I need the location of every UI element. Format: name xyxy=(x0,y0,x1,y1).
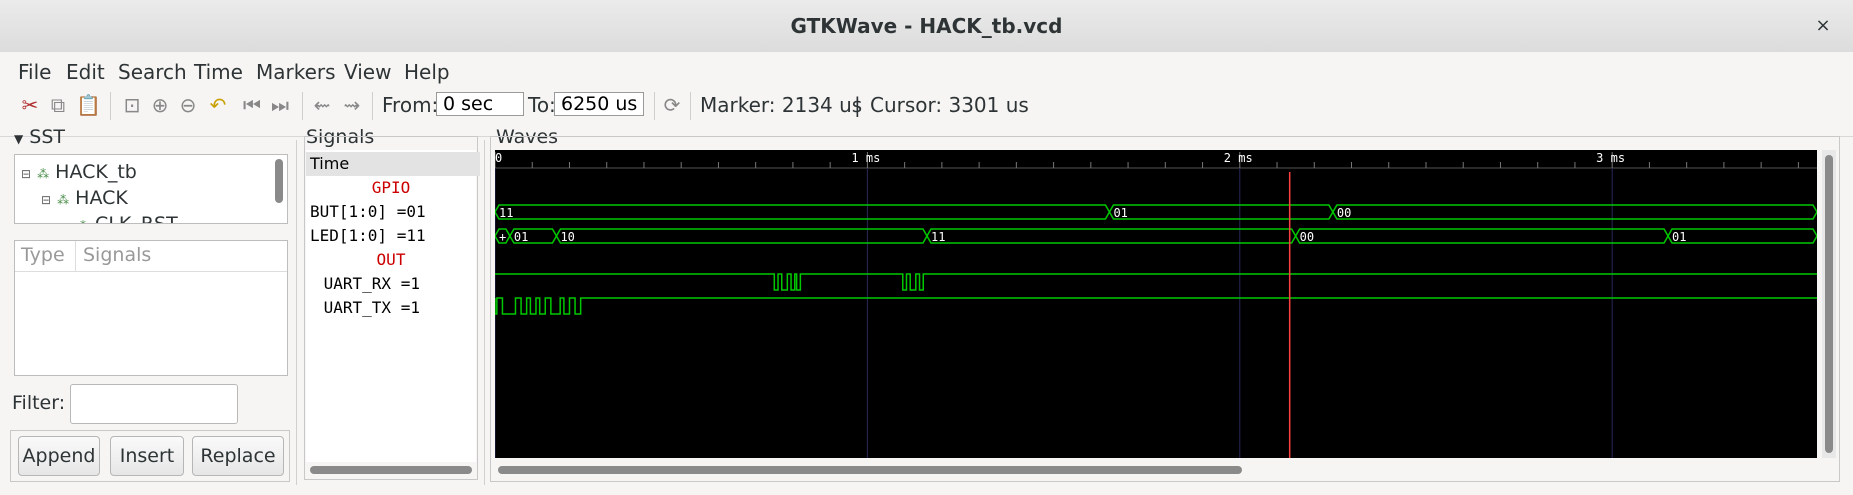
close-icon[interactable]: × xyxy=(1811,14,1835,38)
menu-markers[interactable]: Markers xyxy=(246,52,346,92)
zoom-fit-icon[interactable]: ⊡ xyxy=(120,93,144,117)
tree-item-label: HACK_tb xyxy=(55,161,137,183)
menu-edit[interactable]: Edit xyxy=(56,52,115,92)
toolbar-separator xyxy=(654,92,655,120)
signal-type-list: Type Signals xyxy=(14,240,288,376)
copy-icon[interactable]: ⧉ xyxy=(46,93,70,117)
tree-expander-icon[interactable]: ⊟ xyxy=(41,193,51,207)
tree-item-hack-tb[interactable]: ⊟ ⁂ HACK_tb xyxy=(21,159,137,185)
to-input[interactable] xyxy=(554,92,644,116)
insert-button[interactable]: Insert xyxy=(110,436,184,476)
toolbar-separator xyxy=(690,92,691,120)
bus-value-label: 01 xyxy=(1113,206,1127,220)
tree-item-hack[interactable]: ⊟ ⁂ HACK xyxy=(41,185,128,211)
from-input[interactable] xyxy=(436,92,524,116)
pane-divider[interactable] xyxy=(296,140,297,485)
signal-row-led[interactable]: LED[1:0] =11 xyxy=(306,224,426,248)
sst-tree: ⊟ ⁂ HACK_tb ⊟ ⁂ HACK ⁂ CLK_RST xyxy=(14,154,288,224)
module-icon: ⁂ xyxy=(57,193,70,207)
bus-value-label: 00 xyxy=(1337,206,1351,220)
column-type[interactable]: Type xyxy=(21,244,65,266)
reload-icon[interactable]: ⟳ xyxy=(660,93,684,117)
toolbar-separator xyxy=(302,92,303,120)
tick-label: 2 ms xyxy=(1224,151,1253,165)
zoom-end-icon[interactable]: ⏭ xyxy=(268,93,292,117)
undo-zoom-icon[interactable]: ↶ xyxy=(206,93,230,117)
bus-value-label: 00 xyxy=(1300,230,1314,244)
zoom-start-icon[interactable]: ⏮ xyxy=(240,93,264,117)
chevron-down-icon[interactable]: ▼ xyxy=(14,132,23,146)
signal-row-uart-tx[interactable]: UART_TX =1 xyxy=(306,296,420,320)
module-icon: ⁂ xyxy=(77,219,89,223)
bus-value-label: 01 xyxy=(1672,230,1686,244)
find-next-edge-icon[interactable]: ⇝ xyxy=(340,93,364,117)
readout-separator: | xyxy=(854,93,861,117)
cut-icon[interactable]: ✂ xyxy=(18,93,42,117)
tree-item-label: HACK xyxy=(75,187,128,209)
window-title: GTKWave - HACK_tb.vcd xyxy=(790,14,1063,38)
zoom-out-icon[interactable]: ⊖ xyxy=(176,93,200,117)
bus-value-label: 10 xyxy=(560,230,574,244)
waveform-canvas[interactable]: 01 ms 2 ms 3 ms11 01 00+ 01 10 11 00 01 xyxy=(495,150,1817,458)
signal-group-out[interactable]: OUT xyxy=(306,248,476,272)
wave-background xyxy=(495,150,1817,458)
tick-label: 0 xyxy=(495,151,502,165)
pane-divider[interactable] xyxy=(484,140,485,485)
to-label: To: xyxy=(528,93,556,117)
zoom-in-icon[interactable]: ⊕ xyxy=(148,93,172,117)
module-icon: ⁂ xyxy=(37,167,50,181)
tree-expander-icon[interactable]: ⊟ xyxy=(21,167,31,181)
find-prev-edge-icon[interactable]: ⇜ xyxy=(310,93,334,117)
paste-icon[interactable]: 📋 xyxy=(76,93,101,117)
cursor-readout: Cursor: 3301 us xyxy=(870,93,1029,117)
toolbar-separator xyxy=(110,92,111,120)
tree-item-clk-rst[interactable]: ⁂ CLK_RST xyxy=(77,211,178,224)
bus-value-label: 01 xyxy=(514,230,528,244)
tree-scrollbar[interactable] xyxy=(275,159,283,203)
signal-group-gpio[interactable]: GPIO xyxy=(306,176,476,200)
menu-help[interactable]: Help xyxy=(394,52,460,92)
append-button[interactable]: Append xyxy=(18,436,100,476)
signals-list: Time GPIO BUT[1:0] =01 LED[1:0] =11 OUT … xyxy=(306,150,480,462)
toolbar-separator xyxy=(372,92,373,120)
bus-value-label: 11 xyxy=(931,230,945,244)
signal-row-time[interactable]: Time xyxy=(306,152,480,176)
from-label: From: xyxy=(382,93,439,117)
bus-value-label: 11 xyxy=(499,206,513,220)
menu-time[interactable]: Time xyxy=(184,52,253,92)
waves-hscrollbar[interactable] xyxy=(498,466,1242,474)
marker-readout: Marker: 2134 us xyxy=(700,93,863,117)
signal-row-but[interactable]: BUT[1:0] =01 xyxy=(306,200,426,224)
replace-button[interactable]: Replace xyxy=(192,436,284,476)
waves-vscrollbar[interactable] xyxy=(1825,155,1833,453)
sst-expander[interactable]: ▼ SST xyxy=(14,126,65,148)
filter-input[interactable] xyxy=(70,384,238,424)
tick-label: 3 ms xyxy=(1596,151,1625,165)
sst-title: SST xyxy=(29,126,66,148)
menu-view[interactable]: View xyxy=(334,52,401,92)
column-divider xyxy=(75,241,76,271)
tree-item-label: CLK_RST xyxy=(95,213,178,224)
signal-row-uart-rx[interactable]: UART_RX =1 xyxy=(306,272,420,296)
tick-label: 1 ms xyxy=(851,151,880,165)
bus-value-label: + xyxy=(499,230,506,244)
signals-hscrollbar[interactable] xyxy=(310,466,472,474)
filter-label: Filter: xyxy=(12,392,66,414)
menu-file[interactable]: File xyxy=(8,52,61,92)
column-signals[interactable]: Signals xyxy=(83,244,151,266)
